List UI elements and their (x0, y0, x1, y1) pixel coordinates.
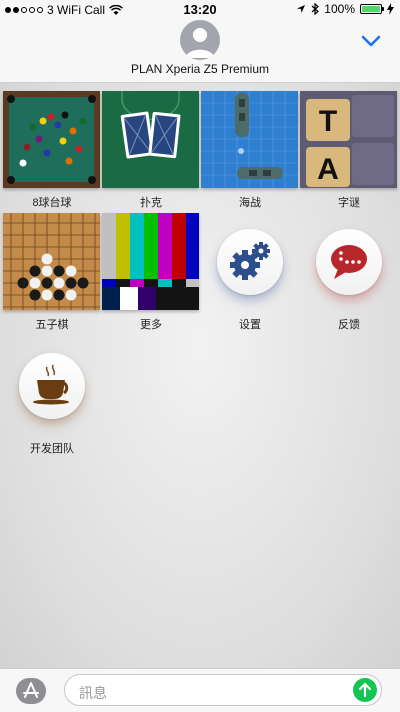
app-label: 更多 (140, 319, 162, 331)
location-icon (297, 5, 306, 13)
bluetooth-icon (311, 3, 320, 15)
battery-icon (360, 4, 384, 14)
app-word-puzzle[interactable]: T A 字谜 (300, 91, 398, 209)
app-settings[interactable]: 设置 (201, 213, 299, 331)
battleship-thumbnail (201, 91, 298, 188)
send-button[interactable] (353, 678, 377, 702)
billiards-thumbnail (3, 91, 100, 188)
color-bars-thumbnail (102, 213, 199, 310)
charging-icon (387, 3, 394, 15)
app-battleship[interactable]: 海战 (201, 91, 299, 209)
svg-text:A: A (317, 153, 339, 186)
chevron-down-icon[interactable] (360, 34, 382, 48)
gomoku-board-thumbnail (3, 213, 100, 310)
app-label: 8球台球 (32, 197, 72, 209)
app-label: 开发团队 (30, 443, 74, 455)
message-input[interactable]: 訊息 (64, 674, 382, 706)
battery-percent: 100% (324, 2, 355, 16)
app-label: 海战 (239, 197, 261, 209)
app-label: 五子棋 (35, 319, 69, 331)
status-bar: 3 WiFi Call 13:20 100% (0, 0, 400, 20)
app-label: 反馈 (338, 319, 360, 331)
gears-icon (230, 242, 270, 280)
message-placeholder: 訊息 (79, 685, 107, 701)
app-label: 扑克 (140, 197, 162, 209)
app-more[interactable]: 更多 (102, 213, 200, 331)
app-feedback[interactable]: 反馈 (300, 213, 398, 331)
letter-tiles-thumbnail: T A (300, 91, 397, 188)
person-icon (186, 28, 214, 58)
conversation-header: PLAN Xperia Z5 Premium (0, 20, 400, 83)
imessage-app-drawer: 8球台球 扑克 海战 T A 字谜 五子棋 更多 设置 反馈 开发团队 (0, 83, 400, 668)
app-dev-team[interactable]: 开发团队 (3, 337, 101, 455)
svg-text:T: T (319, 105, 337, 138)
arrow-up-icon (358, 682, 372, 698)
message-input-bar: 訊息 (0, 668, 400, 712)
app-store-icon (23, 682, 39, 698)
speech-bubble-icon (331, 245, 367, 279)
playing-cards-thumbnail (102, 91, 199, 188)
app-label: 字谜 (338, 197, 360, 209)
contact-name[interactable]: PLAN Xperia Z5 Premium (0, 62, 400, 76)
app-gomoku[interactable]: 五子棋 (3, 213, 101, 331)
app-store-button[interactable] (16, 678, 46, 704)
contact-avatar[interactable] (180, 20, 220, 60)
app-label: 设置 (239, 319, 261, 331)
app-poker[interactable]: 扑克 (102, 91, 200, 209)
app-billiards[interactable]: 8球台球 (3, 91, 101, 209)
coffee-cup-icon (33, 364, 69, 405)
